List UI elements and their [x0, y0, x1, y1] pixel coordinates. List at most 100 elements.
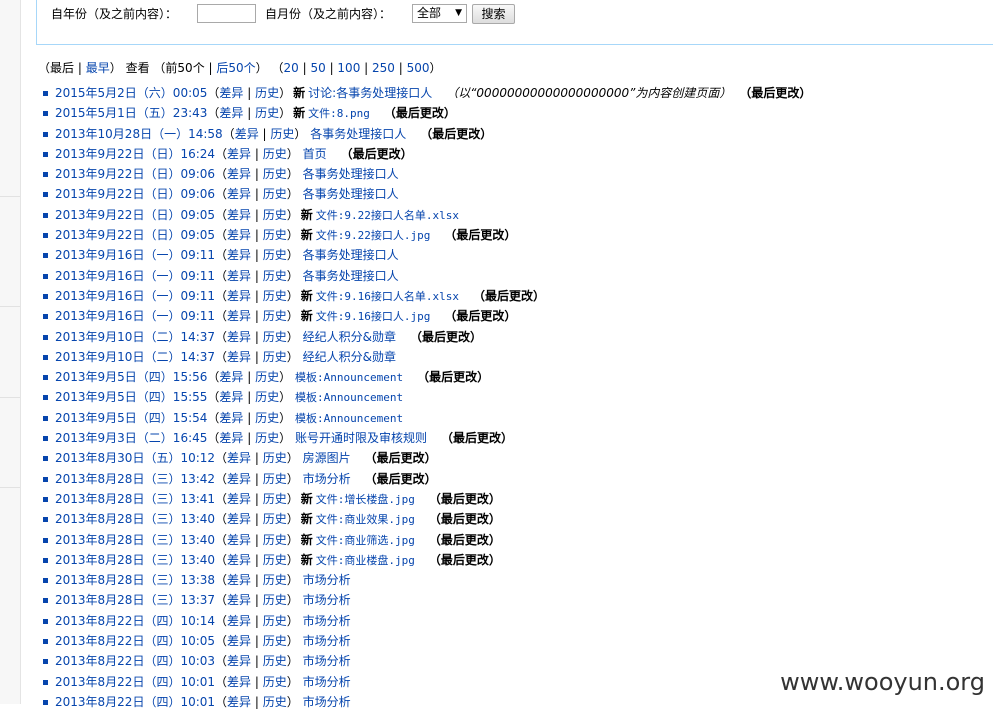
entry-date-link[interactable]: 2013年8月22日（四）10:05: [55, 634, 215, 648]
entry-date-link[interactable]: 2013年9月3日（二）16:45: [55, 431, 207, 445]
entry-title-link[interactable]: 模板:Announcement: [295, 371, 403, 384]
diff-link[interactable]: 差异: [227, 634, 251, 648]
entry-title-link[interactable]: 首页: [303, 147, 327, 161]
history-link[interactable]: 历史: [263, 573, 287, 587]
history-link[interactable]: 历史: [263, 533, 287, 547]
diff-link[interactable]: 差异: [227, 309, 251, 323]
history-link[interactable]: 历史: [263, 309, 287, 323]
entry-date-link[interactable]: 2013年9月22日（日）09:05: [55, 208, 215, 222]
diff-link[interactable]: 差异: [227, 269, 251, 283]
entry-title-link[interactable]: 文件:增长楼盘.jpg: [316, 493, 415, 506]
entry-title-link[interactable]: 经纪人积分&勋章: [303, 350, 396, 364]
limit-500-link[interactable]: 500: [407, 61, 430, 75]
next-50-link[interactable]: 后50个: [216, 61, 255, 75]
history-link[interactable]: 历史: [263, 289, 287, 303]
diff-link[interactable]: 差异: [227, 675, 251, 689]
entry-date-link[interactable]: 2013年9月16日（一）09:11: [55, 309, 215, 323]
entry-title-link[interactable]: 文件:商业筛选.jpg: [316, 534, 415, 547]
history-link[interactable]: 历史: [263, 695, 287, 709]
entry-title-link[interactable]: 市场分析: [303, 593, 351, 607]
entry-title-link[interactable]: 文件:商业楼盘.jpg: [316, 554, 415, 567]
entry-title-link[interactable]: 文件:8.png: [308, 107, 370, 120]
entry-title-link[interactable]: 讨论:各事务处理接口人: [308, 86, 432, 100]
entry-date-link[interactable]: 2013年8月30日（五）10:12: [55, 451, 215, 465]
entry-date-link[interactable]: 2013年9月16日（一）09:11: [55, 289, 215, 303]
diff-link[interactable]: 差异: [235, 127, 259, 141]
entry-date-link[interactable]: 2013年9月10日（二）14:37: [55, 330, 215, 344]
entry-title-link[interactable]: 各事务处理接口人: [303, 167, 399, 181]
diff-link[interactable]: 差异: [219, 106, 243, 120]
entry-title-link[interactable]: 房源图片: [303, 451, 351, 465]
entry-date-link[interactable]: 2015年5月2日（六）00:05: [55, 86, 207, 100]
entry-date-link[interactable]: 2015年5月1日（五）23:43: [55, 106, 207, 120]
history-link[interactable]: 历史: [263, 451, 287, 465]
entry-title-link[interactable]: 各事务处理接口人: [303, 248, 399, 262]
entry-title-link[interactable]: 账号开通时限及审核规则: [295, 431, 427, 445]
entry-date-link[interactable]: 2013年8月28日（三）13:40: [55, 512, 215, 526]
entry-title-link[interactable]: 模板:Announcement: [295, 391, 403, 404]
diff-link[interactable]: 差异: [227, 472, 251, 486]
entry-date-link[interactable]: 2013年9月22日（日）09:05: [55, 228, 215, 242]
history-link[interactable]: 历史: [263, 187, 287, 201]
entry-title-link[interactable]: 各事务处理接口人: [310, 127, 406, 141]
entry-title-link[interactable]: 文件:9.22接口人名单.xlsx: [316, 209, 459, 222]
entry-date-link[interactable]: 2013年9月22日（日）09:06: [55, 167, 215, 181]
diff-link[interactable]: 差异: [227, 330, 251, 344]
diff-link[interactable]: 差异: [227, 208, 251, 222]
history-link[interactable]: 历史: [263, 248, 287, 262]
entry-title-link[interactable]: 经纪人积分&勋章: [303, 330, 396, 344]
history-link[interactable]: 历史: [263, 472, 287, 486]
entry-title-link[interactable]: 市场分析: [303, 695, 351, 709]
history-link[interactable]: 历史: [263, 208, 287, 222]
entry-date-link[interactable]: 2013年9月5日（四）15:56: [55, 370, 207, 384]
diff-link[interactable]: 差异: [227, 228, 251, 242]
entry-date-link[interactable]: 2013年9月5日（四）15:55: [55, 390, 207, 404]
entry-title-link[interactable]: 市场分析: [303, 472, 351, 486]
diff-link[interactable]: 差异: [227, 492, 251, 506]
diff-link[interactable]: 差异: [227, 654, 251, 668]
history-link[interactable]: 历史: [263, 512, 287, 526]
history-link[interactable]: 历史: [255, 411, 279, 425]
entry-date-link[interactable]: 2013年8月28日（三）13:40: [55, 553, 215, 567]
diff-link[interactable]: 差异: [227, 451, 251, 465]
entry-date-link[interactable]: 2013年8月22日（四）10:01: [55, 675, 215, 689]
limit-250-link[interactable]: 250: [372, 61, 395, 75]
diff-link[interactable]: 差异: [227, 512, 251, 526]
history-link[interactable]: 历史: [263, 269, 287, 283]
diff-link[interactable]: 差异: [227, 553, 251, 567]
diff-link[interactable]: 差异: [227, 187, 251, 201]
search-button[interactable]: 搜索: [472, 4, 515, 24]
entry-title-link[interactable]: 市场分析: [303, 675, 351, 689]
diff-link[interactable]: 差异: [219, 390, 243, 404]
entry-title-link[interactable]: 市场分析: [303, 614, 351, 628]
diff-link[interactable]: 差异: [227, 248, 251, 262]
history-link[interactable]: 历史: [255, 86, 279, 100]
diff-link[interactable]: 差异: [227, 593, 251, 607]
entry-date-link[interactable]: 2013年8月28日（三）13:38: [55, 573, 215, 587]
history-link[interactable]: 历史: [270, 127, 294, 141]
entry-date-link[interactable]: 2013年8月28日（三）13:40: [55, 533, 215, 547]
entry-date-link[interactable]: 2013年8月28日（三）13:41: [55, 492, 215, 506]
history-link[interactable]: 历史: [263, 634, 287, 648]
entry-title-link[interactable]: 市场分析: [303, 573, 351, 587]
history-link[interactable]: 历史: [255, 370, 279, 384]
diff-link[interactable]: 差异: [227, 614, 251, 628]
entry-date-link[interactable]: 2013年9月16日（一）09:11: [55, 248, 215, 262]
diff-link[interactable]: 差异: [227, 350, 251, 364]
entry-date-link[interactable]: 2013年8月22日（四）10:01: [55, 695, 215, 709]
entry-title-link[interactable]: 文件:商业效果.jpg: [316, 513, 415, 526]
entry-date-link[interactable]: 2013年9月16日（一）09:11: [55, 269, 215, 283]
limit-50-link[interactable]: 50: [310, 61, 325, 75]
history-link[interactable]: 历史: [263, 614, 287, 628]
month-select[interactable]: 全部 ▼: [412, 4, 467, 23]
entry-title-link[interactable]: 各事务处理接口人: [303, 187, 399, 201]
diff-link[interactable]: 差异: [227, 695, 251, 709]
history-link[interactable]: 历史: [263, 147, 287, 161]
entry-date-link[interactable]: 2013年10月28日（一）14:58: [55, 127, 223, 141]
entry-date-link[interactable]: 2013年9月22日（日）09:06: [55, 187, 215, 201]
diff-link[interactable]: 差异: [227, 167, 251, 181]
history-link[interactable]: 历史: [263, 167, 287, 181]
diff-link[interactable]: 差异: [227, 533, 251, 547]
entry-title-link[interactable]: 市场分析: [303, 654, 351, 668]
diff-link[interactable]: 差异: [227, 289, 251, 303]
